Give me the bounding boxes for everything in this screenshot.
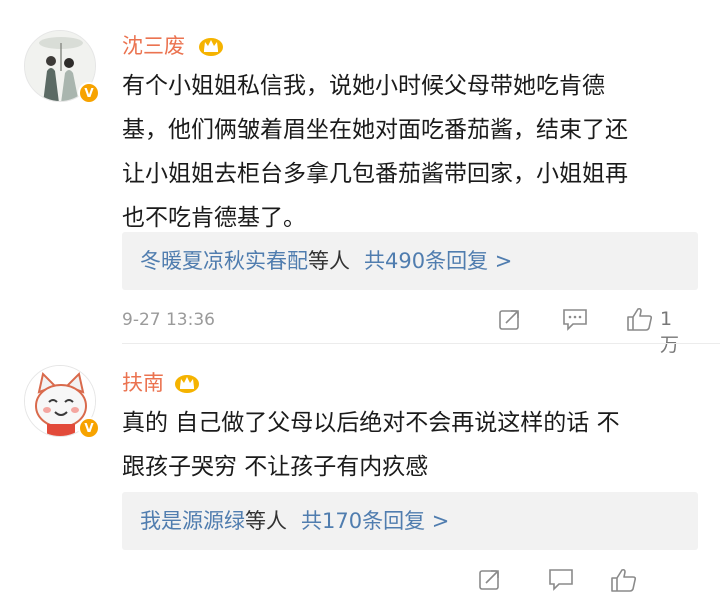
- crown-icon: [175, 375, 199, 393]
- forward-button[interactable]: [498, 307, 522, 331]
- reply-count[interactable]: 共170条回复 >: [301, 509, 449, 533]
- comment-text: 有个小姐姐私信我，说她小时候父母带她吃肯德 基，他们俩皱着眉坐在她对面吃番茄酱，…: [122, 73, 628, 231]
- comment-username[interactable]: 沈三废: [122, 33, 185, 59]
- reply-summary[interactable]: 冬暖夏凉秋实春配等人 共490条回复 >: [122, 232, 698, 290]
- reply-suffix: 等人: [308, 249, 350, 273]
- thumbs-up-icon: [627, 307, 653, 331]
- forward-button[interactable]: [478, 567, 502, 591]
- like-button[interactable]: [610, 567, 638, 593]
- comment-icon: [549, 569, 573, 591]
- crown-icon: [199, 38, 223, 56]
- thumbs-up-icon: [611, 568, 637, 592]
- reply-users[interactable]: 我是源源绿: [140, 509, 245, 533]
- reply-suffix: 等人: [245, 509, 287, 533]
- reply-users[interactable]: 冬暖夏凉秋实春配: [140, 249, 308, 273]
- verified-badge-icon: V: [78, 82, 100, 104]
- reply-count[interactable]: 共490条回复 >: [364, 249, 512, 273]
- comment-button[interactable]: [562, 307, 588, 331]
- forward-icon: [479, 570, 499, 590]
- reply-summary[interactable]: 我是源源绿等人 共170条回复 >: [122, 492, 698, 550]
- comment-text: 真的 自己做了父母以后绝对不会再说这样的话 不 跟孩子哭穷 不让孩子有内疚感: [122, 410, 620, 480]
- comment-icon: [563, 309, 587, 331]
- comment-item: V 扶南 真的 自己做了父母以后绝对不会再说这样的话 不 跟孩子哭穷 不让孩子有…: [0, 345, 720, 592]
- comment-item: V 沈三废 有个小姐姐私信我，说她小时候父母带她吃肯德 基，他们俩皱着眉坐在她对…: [0, 0, 720, 356]
- comment-button[interactable]: [548, 567, 574, 591]
- divider: [122, 343, 720, 344]
- verified-badge-icon: V: [78, 417, 100, 439]
- forward-icon: [499, 310, 519, 330]
- comment-username[interactable]: 扶南: [122, 370, 164, 396]
- comment-time: 9-27 13:36: [122, 310, 215, 330]
